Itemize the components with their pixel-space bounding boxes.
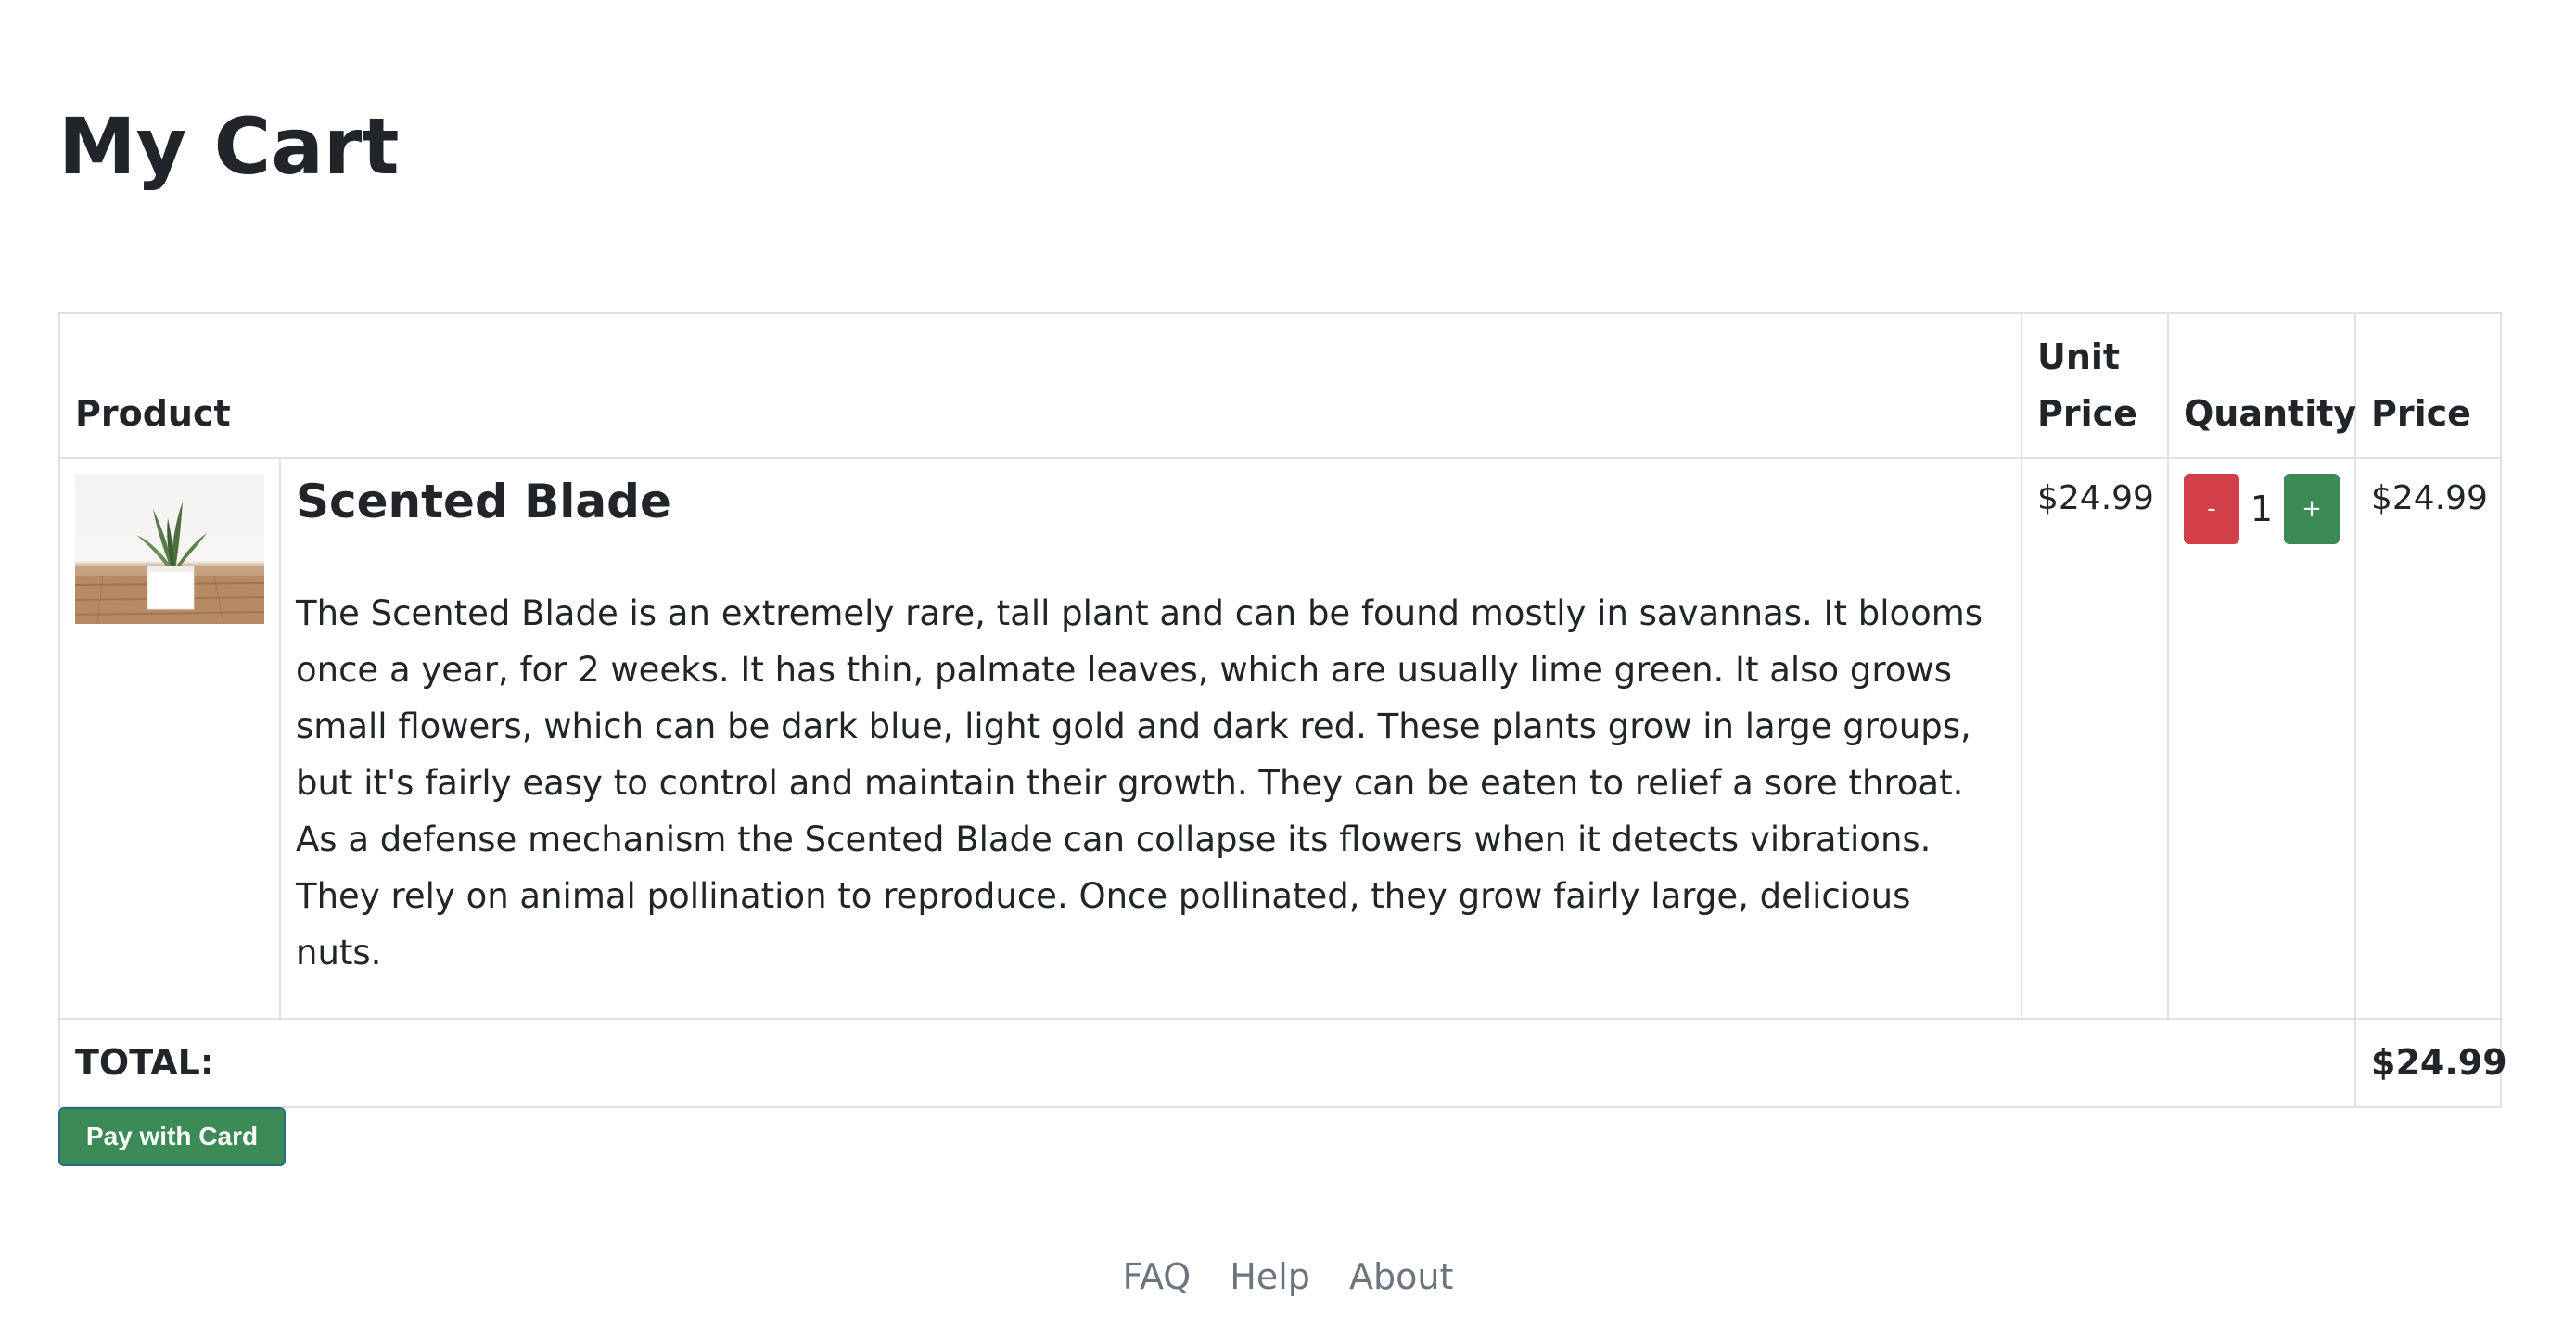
price-cell: $24.99	[2354, 457, 2502, 1020]
total-label: TOTAL:	[58, 1018, 2356, 1108]
potted-plant-image	[75, 474, 264, 624]
quantity-cell: - 1 +	[2167, 457, 2356, 1020]
increment-quantity-button[interactable]: +	[2284, 474, 2340, 544]
footer-link-about[interactable]: About	[1349, 1256, 1453, 1297]
total-value: $24.99	[2354, 1018, 2507, 1108]
header-unit-price: Unit Price	[2021, 312, 2169, 459]
table-header-row: Product Unit Price Quantity Price	[58, 312, 2502, 459]
pay-with-card-button[interactable]: Pay with Card	[58, 1107, 286, 1166]
quantity-value: 1	[2250, 489, 2274, 529]
decrement-quantity-button[interactable]: -	[2184, 474, 2239, 544]
product-description: The Scented Blade is an extremely rare, …	[296, 593, 1983, 972]
product-details-cell: Scented Blade The Scented Blade is an ex…	[279, 457, 2022, 1020]
header-price: Price	[2354, 312, 2502, 459]
unit-price-cell: $24.99	[2021, 457, 2169, 1020]
footer-link-faq[interactable]: FAQ	[1123, 1256, 1192, 1297]
page-title: My Cart	[58, 101, 400, 192]
table-row: Scented Blade The Scented Blade is an ex…	[58, 457, 2502, 1020]
footer-link-help[interactable]: Help	[1230, 1256, 1310, 1297]
quantity-stepper: - 1 +	[2184, 474, 2340, 544]
footer: FAQ Help About	[0, 1256, 2576, 1297]
product-image-cell	[58, 457, 281, 1020]
header-product: Product	[58, 312, 2022, 459]
header-quantity: Quantity	[2167, 312, 2356, 459]
total-row: TOTAL: $24.99	[58, 1018, 2507, 1108]
cart-table: Product Unit Price Quantity Price Scente…	[58, 312, 2507, 1108]
product-name: Scented Blade	[296, 475, 671, 528]
